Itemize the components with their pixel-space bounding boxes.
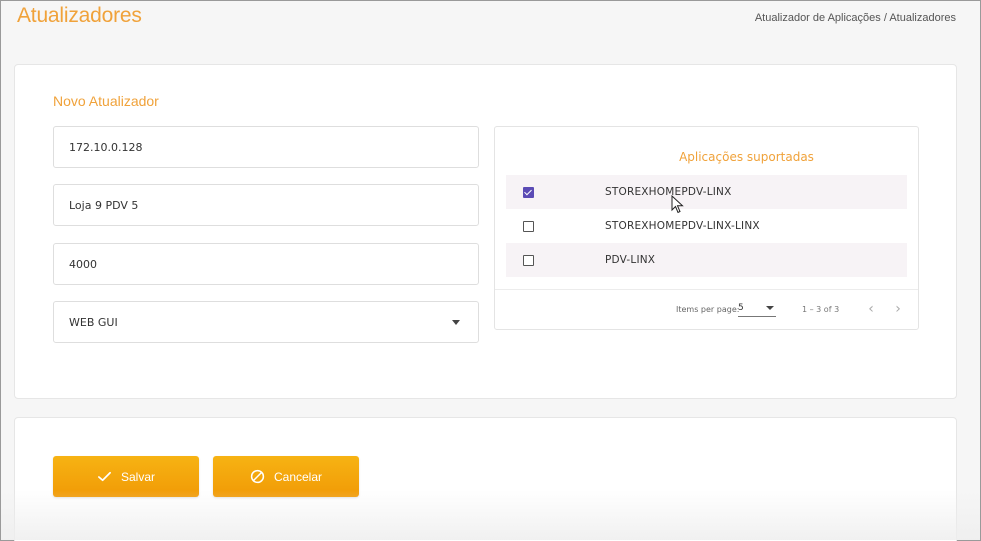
cancel-icon bbox=[250, 469, 265, 484]
chevron-left-icon[interactable]: ‹ bbox=[864, 301, 878, 317]
app-checkbox[interactable] bbox=[523, 220, 534, 232]
address-value: 172.10.0.128 bbox=[69, 140, 143, 154]
range-label: 1 – 3 of 3 bbox=[802, 305, 840, 314]
chevron-down-icon bbox=[452, 320, 460, 325]
cancel-label: Cancelar bbox=[273, 469, 323, 484]
actions-card: Salvar Cancelar bbox=[14, 417, 957, 541]
address-field[interactable]: 172.10.0.128 bbox=[53, 126, 479, 168]
section-title: Novo Atualizador bbox=[53, 93, 159, 109]
description-field[interactable]: Loja 9 PDV 5 bbox=[53, 184, 479, 226]
page-title: Atualizadores bbox=[17, 4, 142, 27]
chevron-down-icon bbox=[766, 306, 774, 310]
app-name: STOREXHOMEPDV-LINX bbox=[605, 186, 732, 198]
form-card: Novo Atualizador 172.10.0.128 Loja 9 PDV… bbox=[14, 64, 957, 399]
save-button[interactable]: Salvar bbox=[53, 456, 199, 497]
check-icon bbox=[98, 471, 111, 482]
save-label: Salvar bbox=[120, 469, 155, 484]
port-field[interactable]: 4000 bbox=[53, 243, 479, 285]
app-name: PDV-LINX bbox=[605, 254, 656, 266]
app-name: STOREXHOMEPDV-LINX-LINX bbox=[605, 220, 760, 232]
page-size-value: 5 bbox=[738, 303, 744, 313]
breadcrumb[interactable]: Atualizador de Aplicações / Atualizadore… bbox=[755, 12, 956, 24]
page-size-select[interactable]: 5 bbox=[738, 302, 776, 317]
app-checkbox[interactable] bbox=[523, 254, 534, 266]
mouse-cursor-icon bbox=[671, 195, 684, 214]
paginator: Items per page: 5 1 – 3 of 3 ‹ › bbox=[495, 289, 918, 331]
chevron-right-icon[interactable]: › bbox=[891, 301, 905, 317]
items-per-page-label: Items per page: bbox=[676, 305, 740, 314]
app-checkbox[interactable] bbox=[523, 186, 534, 198]
apps-title: Aplicações suportadas bbox=[679, 150, 814, 164]
type-select-value: WEB GUI bbox=[69, 315, 118, 329]
apps-panel: Aplicações suportadas STOREXHOMEPDV-LINX… bbox=[494, 126, 919, 330]
app-row[interactable]: STOREXHOMEPDV-LINX-LINX bbox=[506, 209, 907, 243]
description-value: Loja 9 PDV 5 bbox=[69, 198, 139, 212]
app-row[interactable]: PDV-LINX bbox=[506, 243, 907, 277]
type-select[interactable]: WEB GUI bbox=[53, 301, 479, 343]
cancel-button[interactable]: Cancelar bbox=[213, 456, 359, 497]
app-row[interactable]: STOREXHOMEPDV-LINX bbox=[506, 175, 907, 209]
port-value: 4000 bbox=[69, 257, 97, 271]
